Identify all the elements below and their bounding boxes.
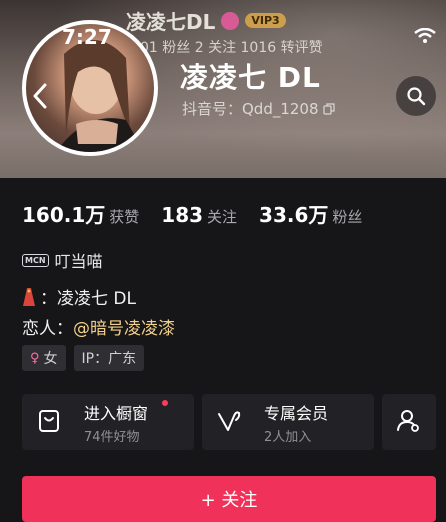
tag-gender: ♀ 女 [22,345,66,371]
search-button[interactable] [396,76,436,116]
notification-dot [162,400,168,406]
shop-window-icon [39,410,59,432]
account-id-row[interactable]: 抖音号：Qdd_1208 [182,98,335,119]
membership-card[interactable]: 专属会员 2人加入 [202,394,374,450]
stat-following[interactable]: 183 关注 [161,203,237,227]
status-time: 7:27 [62,25,112,49]
add-friend-icon [397,410,419,432]
dress-icon [23,287,35,306]
bio-text-1: ：凌凌七 DL [40,289,136,309]
mcn-row[interactable]: MCN 叮当喵 [22,248,103,272]
bio-line-1: ：凌凌七 DL [22,284,136,309]
account-id: 抖音号：Qdd_1208 [182,100,319,118]
stat-followers-label: 粉丝 [332,208,363,226]
add-friend-card[interactable] [382,394,436,450]
tag-ip-label: IP：广东 [81,351,137,367]
heart-v-icon [218,411,241,431]
search-icon [407,87,426,106]
collapsed-title-row: 凌凌七DL VIP3 [126,6,286,35]
profile-name: 凌凌七 DL [180,61,321,94]
chevron-left-icon[interactable] [32,83,48,109]
follow-button[interactable]: + 关注 [22,476,436,522]
wifi-icon [414,28,436,43]
bio-line-2: 恋人：@暗号凌凌漆 [22,314,175,339]
female-icon: ♀ [30,350,40,366]
verified-badge-icon [221,11,240,30]
collapsed-name: 凌凌七DL [126,10,216,34]
vip-badge: VIP3 [245,13,286,28]
shop-window-card[interactable]: 进入橱窗 74件好物 [22,394,194,450]
tag-gender-label: 女 [43,351,58,367]
profile-stats: 160.1万 获赞 183 关注 33.6万 粉丝 [22,199,384,228]
bio-prefix-2: 恋人： [22,319,73,339]
tag-ip-location: IP：广东 [73,345,145,371]
stat-followers-value: 33.6万 [259,203,329,227]
mcn-name: 叮当喵 [54,252,103,271]
collapsed-stats: 01 粉丝 2 关注 1016 转评赞 [140,40,323,56]
shop-window-title: 进入橱窗 [84,404,149,423]
membership-title: 专属会员 [264,404,329,423]
copy-icon[interactable] [322,102,335,115]
profile-header: 凌凌七DL VIP3 01 粉丝 2 关注 1016 转评赞 7:27 凌凌七 … [0,0,446,178]
stat-following-label: 关注 [207,208,238,226]
stat-likes[interactable]: 160.1万 获赞 [22,199,139,228]
stat-following-value: 183 [161,203,204,227]
stat-likes-value: 160.1万 [22,203,106,227]
stat-followers[interactable]: 33.6万 粉丝 [259,199,362,228]
membership-subtitle: 2人加入 [264,430,312,445]
mcn-icon: MCN [22,253,49,267]
bio-mention-link[interactable]: @暗号凌凌漆 [73,319,175,339]
profile-tags: ♀ 女 IP：广东 [22,345,145,371]
shop-window-subtitle: 74件好物 [84,430,140,445]
stat-likes-label: 获赞 [109,208,140,226]
